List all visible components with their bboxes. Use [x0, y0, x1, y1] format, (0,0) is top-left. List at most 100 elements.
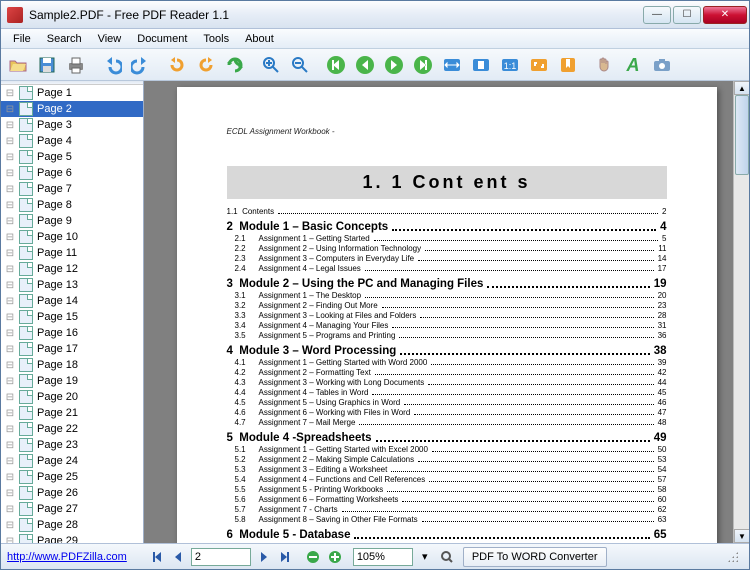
sidebar-page-item[interactable]: ⊟Page 13 [1, 277, 143, 293]
page-label: Page 12 [37, 263, 78, 275]
print-icon[interactable] [63, 52, 89, 78]
sidebar-page-item[interactable]: ⊟Page 29 [1, 533, 143, 543]
page-thumbnail-icon [19, 166, 33, 180]
zoom-out-icon[interactable] [287, 52, 313, 78]
page-sidebar[interactable]: ⊟Page 1⊟Page 2⊟Page 3⊟Page 4⊟Page 5⊟Page… [1, 81, 144, 543]
resize-grip-icon[interactable] [723, 548, 743, 566]
sb-search-icon[interactable] [437, 548, 457, 566]
minimize-button[interactable]: — [643, 6, 671, 24]
snapshot-icon[interactable] [649, 52, 675, 78]
svg-text:1:1: 1:1 [504, 61, 517, 71]
toc-item: 2.3Assignment 3 – Computers in Everyday … [235, 254, 667, 263]
menu-document[interactable]: Document [129, 31, 195, 47]
page-label: Page 29 [37, 535, 78, 543]
page-label: Page 9 [37, 215, 72, 227]
page-thumbnail-icon [19, 502, 33, 516]
first-page-icon[interactable] [323, 52, 349, 78]
maximize-button[interactable]: ☐ [673, 6, 701, 24]
fit-page-icon[interactable] [468, 52, 494, 78]
sidebar-page-item[interactable]: ⊟Page 1 [1, 85, 143, 101]
zoom-dropdown-icon[interactable]: ▾ [415, 548, 435, 566]
document-viewer[interactable]: ECDL Assignment Workbook - 1. 1 Cont ent… [144, 81, 749, 543]
sidebar-page-item[interactable]: ⊟Page 14 [1, 293, 143, 309]
toc-item: 2.4Assignment 4 – Legal Issues17 [235, 264, 667, 273]
last-page-icon[interactable] [410, 52, 436, 78]
menu-search[interactable]: Search [39, 31, 90, 47]
toc-item: 3.5Assignment 5 – Programs and Printing3… [235, 331, 667, 340]
menubar: File Search View Document Tools About [1, 29, 749, 49]
sb-zoom-out-icon[interactable] [303, 548, 323, 566]
zoom-input[interactable] [353, 548, 413, 566]
sb-first-page-icon[interactable] [147, 548, 167, 566]
sidebar-page-item[interactable]: ⊟Page 2 [1, 101, 143, 117]
sidebar-page-item[interactable]: ⊟Page 7 [1, 181, 143, 197]
sidebar-page-item[interactable]: ⊟Page 11 [1, 245, 143, 261]
sb-prev-page-icon[interactable] [169, 548, 189, 566]
sidebar-page-item[interactable]: ⊟Page 15 [1, 309, 143, 325]
toc-item: 5.5Assignment 5 - Printing Workbooks58 [235, 485, 667, 494]
undo-icon[interactable] [99, 52, 125, 78]
titlebar: Sample2.PDF - Free PDF Reader 1.1 — ☐ ✕ [1, 1, 749, 29]
zoom-in-icon[interactable] [258, 52, 284, 78]
page-number-input[interactable] [191, 548, 251, 566]
refresh-icon[interactable] [222, 52, 248, 78]
bookmark-icon[interactable] [555, 52, 581, 78]
fit-width-icon[interactable] [439, 52, 465, 78]
actual-size-icon[interactable]: 1:1 [497, 52, 523, 78]
rotate-left-icon[interactable] [164, 52, 190, 78]
sidebar-page-item[interactable]: ⊟Page 22 [1, 421, 143, 437]
sidebar-page-item[interactable]: ⊟Page 12 [1, 261, 143, 277]
save-icon[interactable] [34, 52, 60, 78]
prev-page-icon[interactable] [352, 52, 378, 78]
scroll-up-icon[interactable]: ▲ [734, 81, 749, 95]
menu-file[interactable]: File [5, 31, 39, 47]
page-thumbnail-icon [19, 358, 33, 372]
sb-next-page-icon[interactable] [253, 548, 273, 566]
statusbar: http://www.PDFZilla.com ▾ PDF To WORD Co… [1, 543, 749, 569]
sidebar-page-item[interactable]: ⊟Page 8 [1, 197, 143, 213]
menu-about[interactable]: About [237, 31, 282, 47]
sidebar-page-item[interactable]: ⊟Page 23 [1, 437, 143, 453]
rotate-right-icon[interactable] [193, 52, 219, 78]
page-label: Page 27 [37, 503, 78, 515]
sidebar-page-item[interactable]: ⊟Page 27 [1, 501, 143, 517]
sidebar-page-item[interactable]: ⊟Page 25 [1, 469, 143, 485]
sidebar-page-item[interactable]: ⊟Page 24 [1, 453, 143, 469]
sidebar-page-item[interactable]: ⊟Page 10 [1, 229, 143, 245]
sb-last-page-icon[interactable] [275, 548, 295, 566]
page-thumbnail-icon [19, 198, 33, 212]
sidebar-page-item[interactable]: ⊟Page 19 [1, 373, 143, 389]
sidebar-page-item[interactable]: ⊟Page 6 [1, 165, 143, 181]
sidebar-page-item[interactable]: ⊟Page 9 [1, 213, 143, 229]
toc-intro: 1.1 Contents2 [227, 207, 667, 216]
sidebar-page-item[interactable]: ⊟Page 4 [1, 133, 143, 149]
menu-tools[interactable]: Tools [195, 31, 237, 47]
sidebar-page-item[interactable]: ⊟Page 26 [1, 485, 143, 501]
sidebar-page-item[interactable]: ⊟Page 20 [1, 389, 143, 405]
redo-icon[interactable] [128, 52, 154, 78]
vendor-link[interactable]: http://www.PDFZilla.com [7, 551, 127, 563]
close-button[interactable]: ✕ [703, 6, 747, 24]
toc-item: 5.4Assignment 4 – Functions and Cell Ref… [235, 475, 667, 484]
sidebar-page-item[interactable]: ⊟Page 28 [1, 517, 143, 533]
sb-zoom-in-icon[interactable] [325, 548, 345, 566]
toc-item: 4.3Assignment 3 – Working with Long Docu… [235, 378, 667, 387]
next-page-icon[interactable] [381, 52, 407, 78]
pdf-to-word-button[interactable]: PDF To WORD Converter [463, 547, 607, 567]
sidebar-page-item[interactable]: ⊟Page 5 [1, 149, 143, 165]
sidebar-page-item[interactable]: ⊟Page 16 [1, 325, 143, 341]
hand-tool-icon[interactable] [591, 52, 617, 78]
menu-view[interactable]: View [90, 31, 130, 47]
toc-item: 5.7Assignment 7 - Charts62 [235, 505, 667, 514]
open-icon[interactable] [5, 52, 31, 78]
scroll-down-icon[interactable]: ▼ [734, 529, 749, 543]
select-text-icon[interactable]: A [620, 52, 646, 78]
sidebar-page-item[interactable]: ⊟Page 21 [1, 405, 143, 421]
sidebar-page-item[interactable]: ⊟Page 3 [1, 117, 143, 133]
sidebar-page-item[interactable]: ⊟Page 18 [1, 357, 143, 373]
viewer-scrollbar[interactable]: ▲ ▼ [733, 81, 749, 543]
fullscreen-icon[interactable] [526, 52, 552, 78]
scroll-thumb[interactable] [735, 95, 749, 175]
page-label: Page 21 [37, 407, 78, 419]
sidebar-page-item[interactable]: ⊟Page 17 [1, 341, 143, 357]
